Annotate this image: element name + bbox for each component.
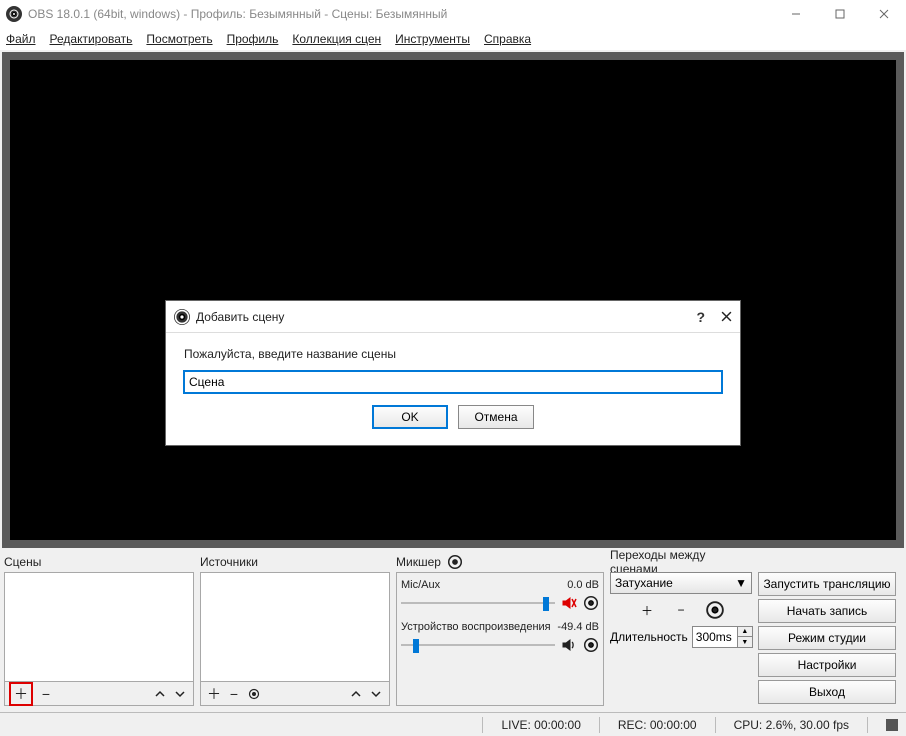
- menu-tools[interactable]: Инструменты: [395, 32, 470, 46]
- scenes-toolbar: ＋ −: [4, 682, 194, 706]
- mixer-volume-slider-playback[interactable]: [401, 639, 555, 651]
- spin-down-icon[interactable]: ▼: [738, 637, 752, 647]
- mixer-body: Mic/Aux 0.0 dB Устройство воспроизведени…: [396, 572, 604, 706]
- dialog-app-icon: [174, 309, 190, 325]
- menu-profile[interactable]: Профиль: [227, 32, 279, 46]
- menu-help[interactable]: Справка: [484, 32, 531, 46]
- mixer-track-gear-icon[interactable]: [583, 637, 599, 653]
- spin-up-icon[interactable]: ▲: [738, 627, 752, 637]
- mixer-gear-icon[interactable]: [447, 554, 463, 570]
- add-transition-button[interactable]: ＋: [637, 600, 657, 620]
- controls-panel: Запустить трансляцию Начать запись Режим…: [758, 552, 896, 706]
- add-scene-highlight: ＋: [9, 682, 33, 706]
- transitions-title: Переходы между сценами: [610, 552, 752, 572]
- sources-toolbar: ＋ −: [200, 682, 390, 706]
- transition-combo[interactable]: Затухание ▼: [610, 572, 752, 594]
- remove-scene-button[interactable]: −: [37, 685, 55, 703]
- transition-gear-icon[interactable]: [705, 600, 725, 620]
- duration-spinner[interactable]: ▲ ▼: [692, 626, 753, 648]
- sources-panel: Источники ＋ −: [200, 552, 390, 706]
- remove-transition-button[interactable]: −: [671, 600, 691, 620]
- dialog-cancel-button[interactable]: Отмена: [458, 405, 534, 429]
- source-down-button[interactable]: [367, 685, 385, 703]
- status-live: LIVE: 00:00:00: [501, 718, 580, 732]
- status-indicator-icon: [886, 719, 898, 731]
- window-title: OBS 18.0.1 (64bit, windows) - Профиль: Б…: [28, 7, 447, 21]
- sources-list[interactable]: [200, 572, 390, 682]
- start-record-button[interactable]: Начать запись: [758, 599, 896, 623]
- scenes-list[interactable]: [4, 572, 194, 682]
- transitions-panel: Переходы между сценами Затухание ▼ ＋ − Д…: [610, 552, 752, 706]
- mixer-title-label: Микшер: [396, 555, 441, 569]
- menubar: Файл Редактировать Посмотреть Профиль Ко…: [0, 28, 906, 50]
- dialog-help-button[interactable]: ?: [696, 309, 705, 325]
- chevron-down-icon: ▼: [735, 576, 747, 590]
- source-up-button[interactable]: [347, 685, 365, 703]
- dialog-close-button[interactable]: [721, 309, 732, 325]
- start-stream-button[interactable]: Запустить трансляцию: [758, 572, 896, 596]
- scenes-title: Сцены: [4, 552, 194, 572]
- studio-mode-button[interactable]: Режим студии: [758, 626, 896, 650]
- scenes-panel: Сцены ＋ −: [4, 552, 194, 706]
- scene-up-button[interactable]: [151, 685, 169, 703]
- status-bar: LIVE: 00:00:00 REC: 00:00:00 CPU: 2.6%, …: [0, 712, 906, 736]
- exit-button[interactable]: Выход: [758, 680, 896, 704]
- speaker-icon[interactable]: [561, 637, 577, 653]
- add-scene-dialog: Добавить сцену ? Пожалуйста, введите наз…: [165, 300, 741, 446]
- dialog-title: Добавить сцену: [196, 310, 284, 324]
- dialog-prompt: Пожалуйста, введите название сцены: [184, 347, 722, 361]
- mixer-track-gear-icon[interactable]: [583, 595, 599, 611]
- add-scene-button[interactable]: ＋: [12, 685, 30, 703]
- duration-input[interactable]: [693, 630, 737, 644]
- settings-button[interactable]: Настройки: [758, 653, 896, 677]
- mixer-track-name: Устройство воспроизведения: [401, 621, 551, 633]
- scene-down-button[interactable]: [171, 685, 189, 703]
- mixer-volume-slider-mic[interactable]: [401, 597, 555, 609]
- maximize-button[interactable]: [818, 0, 862, 28]
- sources-title: Источники: [200, 552, 390, 572]
- close-button[interactable]: [862, 0, 906, 28]
- duration-label: Длительность: [610, 630, 688, 644]
- mixer-track-name: Mic/Aux: [401, 579, 440, 591]
- dialog-titlebar: Добавить сцену ?: [166, 301, 740, 333]
- menu-file[interactable]: Файл: [6, 32, 36, 46]
- status-cpu: CPU: 2.6%, 30.00 fps: [734, 718, 849, 732]
- mixer-title: Микшер: [396, 552, 604, 572]
- dialog-ok-button[interactable]: OK: [372, 405, 448, 429]
- status-rec: REC: 00:00:00: [618, 718, 697, 732]
- remove-source-button[interactable]: −: [225, 685, 243, 703]
- scene-name-input[interactable]: [184, 371, 722, 393]
- transition-selected: Затухание: [615, 576, 673, 590]
- menu-scene-collection[interactable]: Коллекция сцен: [292, 32, 381, 46]
- menu-view[interactable]: Посмотреть: [146, 32, 212, 46]
- mixer-track-db: 0.0 dB: [567, 579, 599, 591]
- minimize-button[interactable]: [774, 0, 818, 28]
- titlebar: OBS 18.0.1 (64bit, windows) - Профиль: Б…: [0, 0, 906, 28]
- app-icon: [6, 6, 22, 22]
- mute-icon[interactable]: [561, 595, 577, 611]
- mixer-track-db: -49.4 dB: [557, 621, 599, 633]
- mixer-panel: Микшер Mic/Aux 0.0 dB Устройство: [396, 552, 604, 706]
- add-source-button[interactable]: ＋: [205, 685, 223, 703]
- source-props-button[interactable]: [245, 685, 263, 703]
- menu-edit[interactable]: Редактировать: [50, 32, 133, 46]
